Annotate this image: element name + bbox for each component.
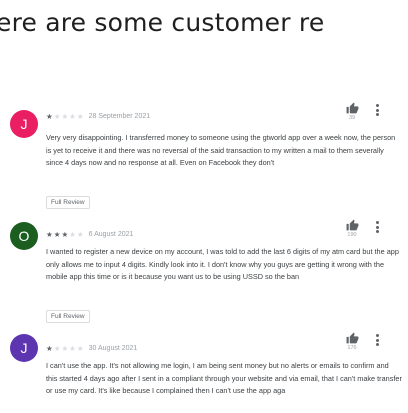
thumbs-up-icon [346,332,358,344]
more-vert-icon[interactable] [373,103,381,117]
thumbs-up-icon [346,102,358,114]
more-vert-icon[interactable] [373,220,381,234]
avatar: J [10,110,38,138]
rating-stars: ★★★★★ [46,344,85,353]
helpful-button[interactable]: 39 [342,102,362,121]
avatar: O [10,222,38,250]
helpful-count: 39 [348,115,356,121]
review-text: I can't use the app. It's not allowing m… [46,361,402,395]
avatar: J [10,334,38,362]
thumbs-up-icon [346,219,358,231]
page-heading: ere are some customer re [0,8,325,37]
helpful-button[interactable]: 176 [342,332,362,351]
review-date: 30 August 2021 [88,345,138,352]
review-meta: ★★★★★ 30 August 2021 [46,344,137,353]
rating-stars: ★★★★★ [46,112,85,121]
full-review-button[interactable]: Full Review [46,196,90,209]
review-meta: ★★★★★ 6 August 2021 [46,230,133,239]
full-review-button[interactable]: Full Review [46,310,90,323]
rating-stars: ★★★★★ [46,230,85,239]
helpful-button[interactable]: 190 [342,219,362,238]
review-meta: ★★★★★ 28 September 2021 [46,112,150,121]
helpful-count: 190 [347,232,357,238]
helpful-count: 176 [347,345,357,351]
more-vert-icon[interactable] [373,333,381,347]
review-text: I wanted to register a new device on my … [46,247,399,281]
review-text: Very very disappointing. I transferred m… [46,133,396,167]
review-date: 6 August 2021 [88,231,134,238]
review-date: 28 September 2021 [88,113,151,120]
